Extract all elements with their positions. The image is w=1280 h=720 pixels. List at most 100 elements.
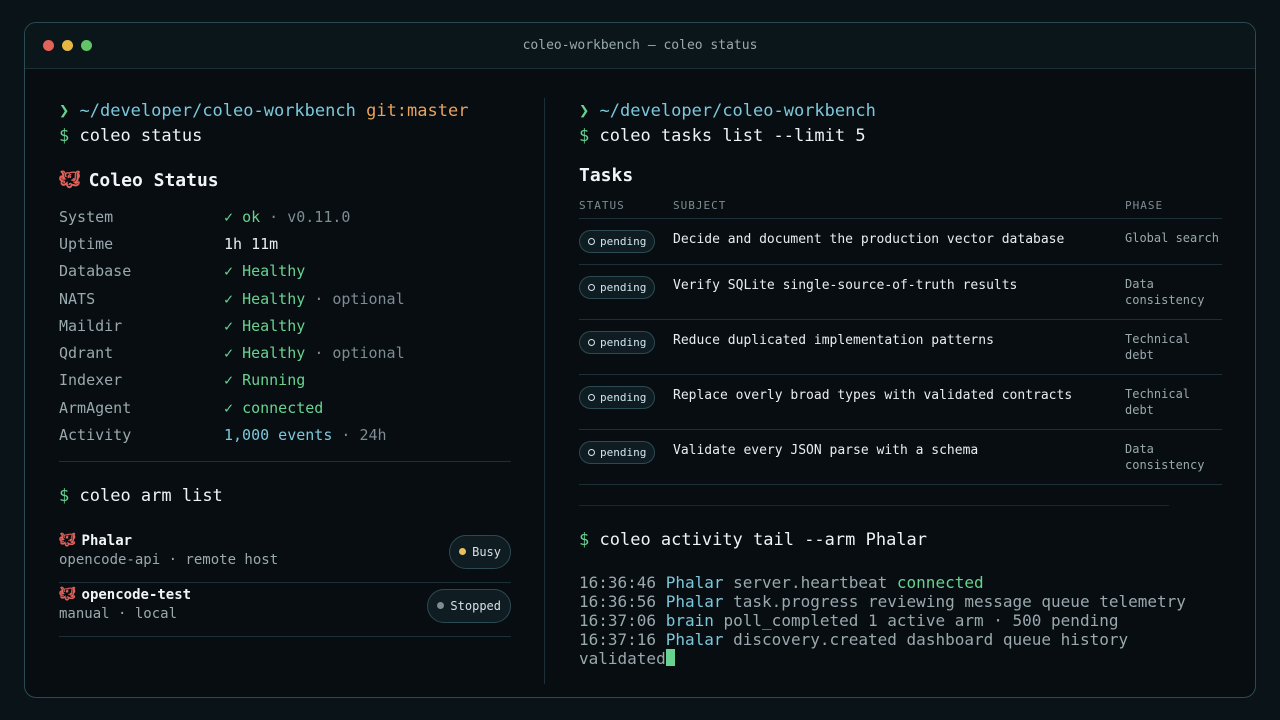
status-row: Activity 1,000 events · 24h [59, 421, 511, 448]
task-subject: Verify SQLite single-source-of-truth res… [673, 278, 1018, 293]
task-status-pill: pending [579, 331, 656, 354]
tasks-title: Tasks [579, 165, 634, 186]
column-subject: SUBJECT [673, 199, 727, 212]
status-key: NATS [59, 289, 96, 308]
right-prompt-line: ❯ ~/developer/coleo-workbench [579, 99, 1222, 124]
status-value-group: ✓ ok · v0.11.0 [224, 208, 350, 226]
prompt-dollar: $ [579, 530, 590, 550]
task-status-cell: pending [579, 219, 673, 253]
check-icon: ✓ [224, 344, 234, 363]
arm-row[interactable]: 🐙︎ opencode-test manual · local Stopped [59, 583, 511, 637]
arm-name: opencode-test [81, 586, 192, 603]
task-phase-line: debt [1125, 403, 1154, 417]
activity-actor: Phalar [665, 592, 724, 611]
status-key: Activity [59, 426, 132, 445]
task-status-pill: pending [579, 230, 656, 253]
check-icon: ✓ [224, 207, 234, 226]
task-phase-line: Data [1125, 442, 1154, 456]
task-phase-line: debt [1125, 348, 1154, 362]
task-row[interactable]: pending Decide and document the productio… [579, 219, 1222, 265]
activity-line: validated [579, 649, 1222, 668]
prompt-dollar: $ [579, 126, 590, 146]
prompt-chevron: ❯ [579, 101, 590, 121]
task-status-cell: pending [579, 265, 673, 299]
status-row: ArmAgent ✓ connected [59, 394, 511, 421]
status-value-group: ✓ connected [224, 399, 323, 417]
activity-actor: Phalar [665, 630, 724, 649]
task-subject: Validate every JSON parse with a schema [673, 443, 979, 458]
status-extra: · optional [314, 344, 405, 363]
status-value-group: ✓ Healthy · optional [224, 290, 405, 308]
task-phase-line: Technical [1125, 387, 1191, 401]
status-key: Uptime [59, 234, 114, 253]
pane-divider[interactable] [544, 98, 545, 684]
task-row[interactable]: pending Replace overly broad types with v… [579, 375, 1222, 430]
status-value: Healthy [242, 262, 306, 281]
status-value: 1h 11m [224, 234, 279, 253]
left-command-line: $ coleo status [59, 124, 511, 149]
status-heading: 🐙︎ Coleo Status [59, 167, 511, 193]
arm-status-label: Stopped [450, 598, 501, 613]
activity-time: 16:36:46 [579, 573, 657, 592]
right-pane: ❯ ~/developer/coleo-workbench $ coleo ta… [579, 99, 1222, 668]
arm-status-badge[interactable]: Busy [449, 534, 511, 569]
task-phase-line: consistency [1125, 293, 1205, 307]
activity-actor: Phalar [665, 573, 724, 592]
status-row: System ✓ ok · v0.11.0 [59, 203, 511, 230]
status-key: Database [59, 262, 132, 281]
task-status: pending [600, 446, 647, 459]
activity-event: discovery.created [733, 630, 897, 649]
status-row: Uptime 1h 11m [59, 230, 511, 257]
status-value-group: 1h 11m [224, 235, 278, 253]
arm-row[interactable]: 🐙︎ Phalar opencode-api · remote host Busy [59, 529, 511, 583]
check-icon: ✓ [224, 289, 234, 308]
activity-event: poll_completed [723, 611, 859, 630]
arm-subtitle: opencode-api · remote host [59, 551, 279, 568]
activity-detail: 1 active arm · 500 pending [868, 611, 1119, 630]
status-table: System ✓ ok · v0.11.0 Uptime 1h 11m Database… [59, 203, 511, 449]
task-phase-line: Global search [1125, 231, 1219, 245]
pending-circle-icon [588, 284, 595, 291]
status-value: 1,000 events [224, 426, 333, 445]
activity-time: 16:37:16 [579, 630, 657, 649]
status-key: Maildir [59, 316, 123, 335]
arm-name: Phalar [81, 532, 133, 549]
arm-status-label: Busy [472, 544, 501, 559]
arm-status-badge[interactable]: Stopped [427, 588, 511, 623]
window-title: coleo-workbench — coleo status [522, 38, 758, 53]
status-command: coleo status [79, 126, 203, 146]
task-status: pending [600, 281, 647, 294]
task-row[interactable]: pending Verify SQLite single-source-of-tr… [579, 265, 1222, 320]
prompt-dollar: $ [59, 485, 70, 506]
task-row[interactable]: pending Reduce duplicated implementation … [579, 320, 1222, 375]
check-icon: ✓ [224, 316, 234, 335]
status-row: Indexer ✓ Running [59, 367, 511, 394]
prompt-chevron: ❯ [59, 101, 70, 121]
status-extra: · optional [314, 289, 405, 308]
arm-list: 🐙︎ Phalar opencode-api · remote host Busy 🐙︎… [59, 529, 511, 637]
status-value: ok [242, 207, 261, 226]
arm-command-line: $ coleo arm list [59, 484, 511, 509]
right-command-line: $ coleo tasks list --limit 5 [579, 124, 1222, 149]
status-value-group: 1,000 events · 24h [224, 426, 387, 444]
task-phase: Data consistency [1125, 430, 1222, 473]
activity-time: 16:36:56 [579, 592, 657, 611]
task-phase-line: Technical [1125, 332, 1191, 346]
arm-command: coleo arm list [79, 485, 223, 506]
status-value-group: ✓ Healthy [224, 262, 305, 280]
status-value: Running [242, 371, 306, 390]
tasks-command: coleo tasks list --limit 5 [599, 126, 866, 146]
section-divider [59, 460, 511, 462]
prompt-path: ~/developer/coleo-workbench [599, 101, 876, 121]
task-status: pending [600, 391, 647, 404]
task-row[interactable]: pending Validate every JSON parse with a … [579, 430, 1222, 485]
pending-circle-icon [588, 238, 595, 245]
status-value: connected [242, 398, 324, 417]
status-key: System [59, 207, 114, 226]
status-extra: · 24h [341, 426, 387, 445]
task-status-pill: pending [579, 276, 656, 299]
task-status-cell: pending [579, 375, 673, 409]
activity-tail: validated [579, 649, 666, 668]
status-key: ArmAgent [59, 398, 132, 417]
activity-time: 16:37:06 [579, 611, 657, 630]
